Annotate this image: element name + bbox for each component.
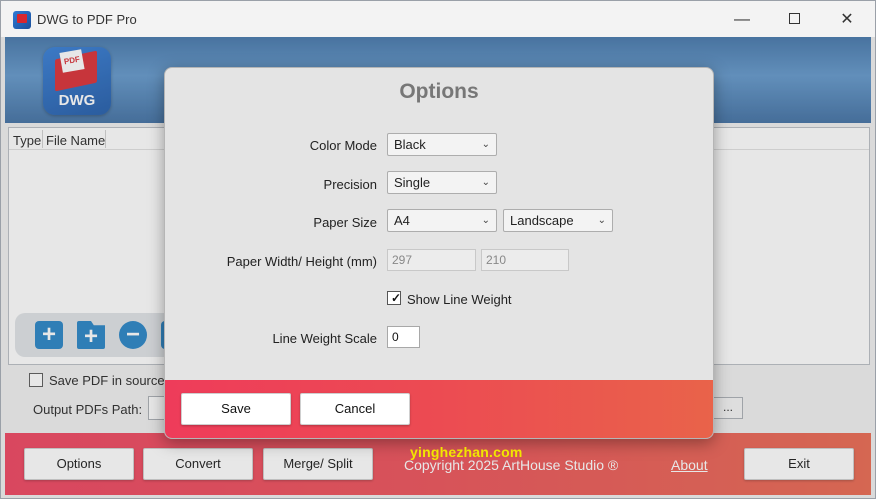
color-mode-select[interactable]: Black ⌄ [387,133,497,156]
paper-width-height-label: Paper Width/ Height (mm) [226,254,377,269]
watermark-text: yinghezhan.com [410,444,523,460]
color-mode-value: Black [394,137,426,152]
chevron-down-icon: ⌄ [597,215,606,226]
orientation-value: Landscape [510,213,574,228]
dialog-title: Options [399,80,479,103]
window-title: DWG to PDF Pro [37,12,137,27]
chevron-down-icon: ⌄ [481,215,490,226]
paper-size-select[interactable]: A4 ⌄ [387,209,497,232]
orientation-select[interactable]: Landscape ⌄ [503,209,613,232]
paper-size-label: Paper Size [313,215,377,230]
paper-width-input: 297 [387,249,476,271]
maximize-button[interactable] [771,7,817,33]
line-weight-scale-label: Line Weight Scale [272,331,377,346]
line-weight-scale-input[interactable]: 0 [387,326,420,348]
chevron-down-icon: ⌄ [481,139,490,150]
title-bar: DWG to PDF Pro — ✕ [1,1,875,37]
paper-size-value: A4 [394,213,410,228]
show-line-weight-checkbox[interactable]: ✓ [387,291,401,305]
maximize-icon [788,12,800,24]
save-button[interactable]: Save [181,393,291,425]
options-dialog: Options Color Mode Black ⌄ Precision Sin… [164,67,714,439]
color-mode-label: Color Mode [309,138,377,153]
precision-select[interactable]: Single ⌄ [387,171,497,194]
precision-label: Precision [323,177,377,192]
close-button[interactable]: ✕ [824,7,870,33]
paper-height-input: 210 [481,249,569,271]
cancel-button[interactable]: Cancel [300,393,410,425]
minimize-button[interactable]: — [719,7,765,33]
show-line-weight-label: Show Line Weight [407,292,512,307]
chevron-down-icon: ⌄ [481,177,490,188]
app-window: DWG to PDF Pro — ✕ PDF DWG Type File Nam… [0,0,876,499]
precision-value: Single [394,175,431,190]
dialog-footer: Save Cancel [165,380,713,438]
app-icon [13,11,31,29]
checkmark-icon: ✓ [391,291,402,305]
